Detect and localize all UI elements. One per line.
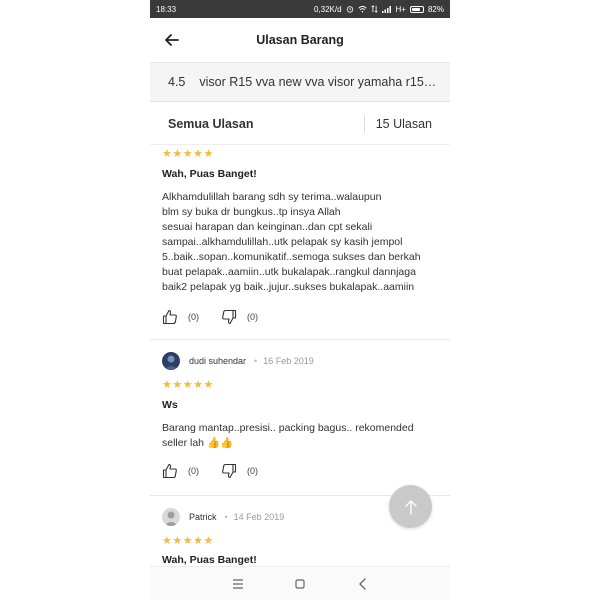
signal-icon bbox=[381, 6, 391, 13]
review-actions: (0) (0) bbox=[162, 463, 438, 479]
scroll-to-top-button[interactable] bbox=[389, 485, 432, 528]
divider bbox=[150, 339, 450, 340]
product-name: visor R15 vva new vva visor yamaha r15v.… bbox=[199, 75, 440, 89]
status-time: 18:33 bbox=[156, 4, 177, 14]
wifi-icon bbox=[357, 5, 367, 13]
status-bar: 18:33 0,32K/d H+ 82% bbox=[150, 0, 450, 18]
system-nav-bar bbox=[150, 566, 450, 600]
review-title: Wah, Puas Banget! bbox=[162, 554, 257, 566]
status-indicators: 0,32K/d H+ 82% bbox=[314, 5, 444, 14]
dislike-count: (0) bbox=[247, 312, 258, 322]
app-screen: 18:33 0,32K/d H+ 82% Ulasan Barang 4.5 v… bbox=[150, 0, 450, 600]
thumbs-down-icon[interactable] bbox=[221, 309, 237, 325]
review-body: Alkhamdulillah barang sdh sy terima..wal… bbox=[162, 191, 421, 293]
menu-icon[interactable] bbox=[230, 576, 246, 592]
avatar[interactable] bbox=[162, 352, 180, 370]
back-icon[interactable] bbox=[355, 576, 371, 592]
review-actions: (0) (0) bbox=[162, 309, 438, 325]
separator-dot: • bbox=[224, 512, 228, 522]
review-title: Wah, Puas Banget! bbox=[162, 168, 257, 180]
back-arrow-icon[interactable] bbox=[162, 30, 182, 50]
like-count: (0) bbox=[188, 312, 199, 322]
review-title: Ws bbox=[162, 399, 178, 411]
filter-label: Semua Ulasan bbox=[168, 116, 254, 131]
thumbs-up-icon[interactable] bbox=[162, 463, 178, 479]
arrow-up-icon bbox=[404, 499, 417, 515]
review-filter[interactable]: Semua Ulasan 15 Ulasan bbox=[150, 103, 450, 145]
review-date: 16 Feb 2019 bbox=[263, 356, 314, 366]
like-count: (0) bbox=[188, 466, 199, 476]
star-rating: ★★★★★ bbox=[162, 148, 214, 160]
thumbs-down-icon[interactable] bbox=[221, 463, 237, 479]
page-title: Ulasan Barang bbox=[256, 33, 344, 47]
product-summary[interactable]: 4.5 visor R15 vva new vva visor yamaha r… bbox=[150, 62, 450, 102]
network-speed: 0,32K/d bbox=[313, 4, 342, 14]
avatar[interactable] bbox=[162, 508, 180, 526]
star-rating: ★★★★★ bbox=[162, 379, 214, 391]
app-header: Ulasan Barang bbox=[150, 18, 450, 62]
thumbs-up-icon[interactable] bbox=[162, 309, 178, 325]
separator-dot: • bbox=[254, 356, 258, 366]
author-name[interactable]: Patrick bbox=[189, 512, 217, 522]
battery-level: 82% bbox=[427, 4, 444, 14]
home-icon[interactable] bbox=[292, 576, 308, 592]
data-transfer-icon bbox=[370, 5, 378, 13]
review-count: 15 Ulasan bbox=[375, 116, 432, 131]
dislike-count: (0) bbox=[247, 466, 258, 476]
review-author: dudi suhendar • 16 Feb 2019 bbox=[162, 352, 438, 370]
alarm-icon bbox=[346, 6, 353, 13]
battery-icon bbox=[409, 5, 424, 13]
star-rating: ★★★★★ bbox=[162, 535, 214, 547]
review-item: dudi suhendar • 16 Feb 2019 ★★★★★ Ws Bar… bbox=[150, 352, 450, 479]
network-type: H+ bbox=[395, 4, 406, 14]
filter-divider bbox=[364, 115, 365, 133]
product-rating: 4.5 bbox=[168, 75, 186, 89]
review-item: ★★★★★ Wah, Puas Banget! Alkhamdulillah b… bbox=[150, 147, 450, 325]
author-name[interactable]: dudi suhendar bbox=[189, 356, 246, 366]
review-date: 14 Feb 2019 bbox=[233, 512, 285, 522]
review-body: Barang mantap..presisi.. packing bagus..… bbox=[162, 422, 414, 449]
